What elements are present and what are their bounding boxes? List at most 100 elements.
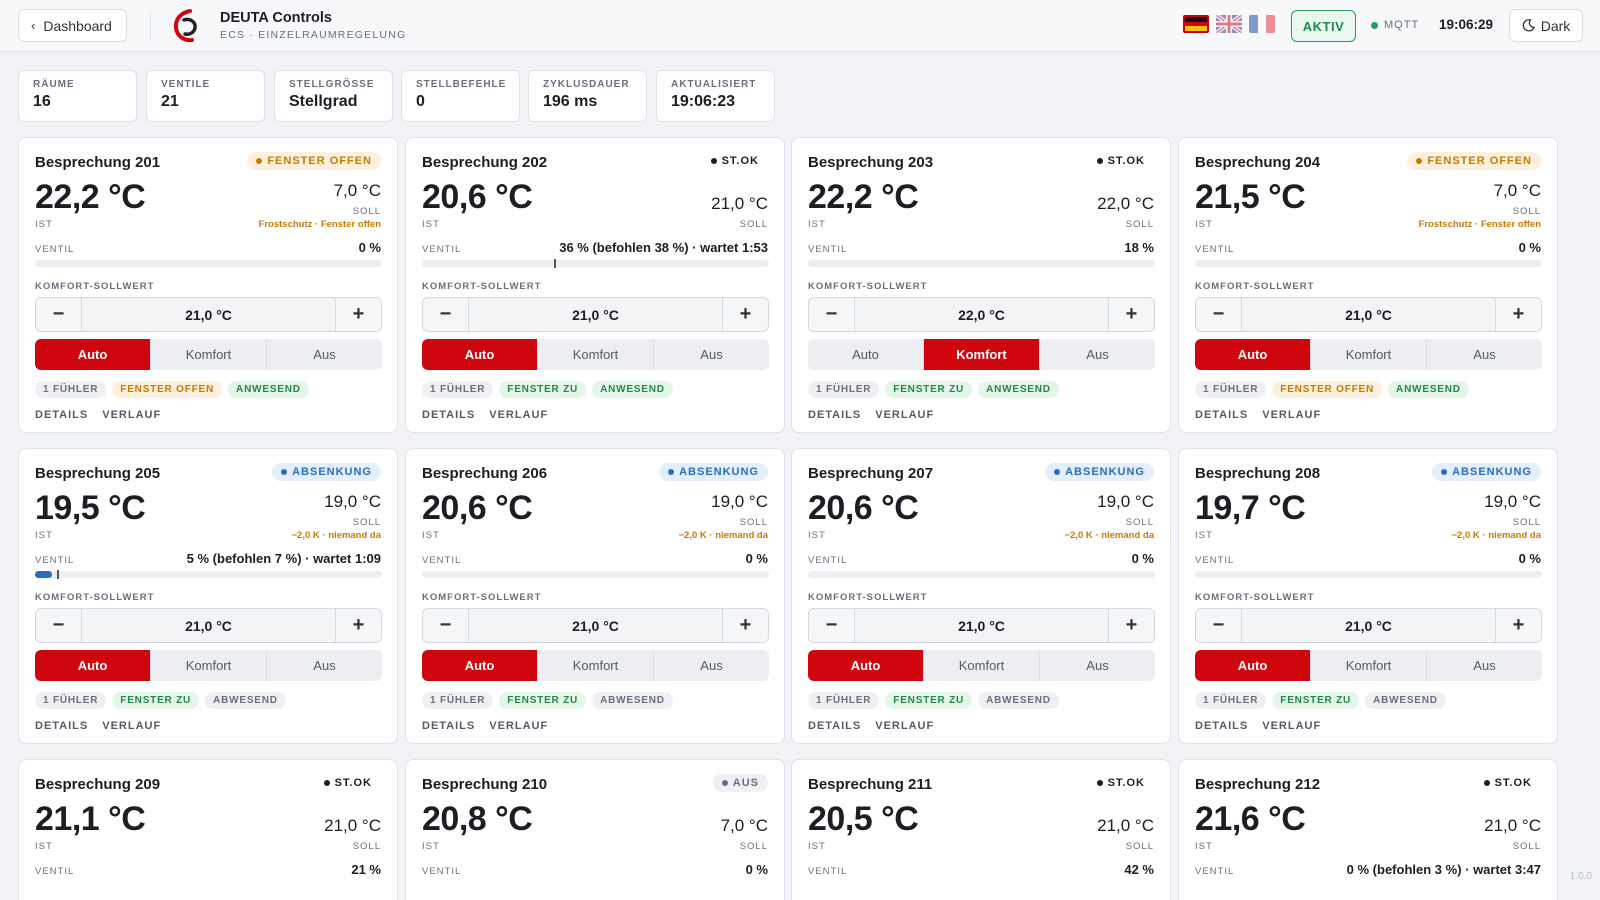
status-dot-icon [1054, 469, 1061, 475]
mode-aus-button[interactable]: Aus [1426, 339, 1542, 370]
comfort-setpoint-stepper[interactable]: −21,0 °C + [422, 608, 769, 643]
mode-auto-button[interactable]: Auto [1195, 339, 1310, 370]
increase-button[interactable]: + [1109, 298, 1154, 331]
history-link[interactable]: VERLAUF [1262, 720, 1321, 732]
details-link[interactable]: DETAILS [422, 720, 475, 732]
room-tag: 1 FÜHLER [1195, 692, 1267, 709]
decrease-button[interactable]: − [423, 609, 468, 642]
room-tag: 1 FÜHLER [35, 692, 107, 709]
room-name: Besprechung 211 [808, 776, 933, 793]
stat-card: VENTILE 21 [146, 70, 265, 122]
details-link[interactable]: DETAILS [808, 409, 861, 421]
decrease-button[interactable]: − [1196, 298, 1241, 331]
room-links: DETAILS VERLAUF [422, 720, 548, 732]
details-link[interactable]: DETAILS [35, 409, 88, 421]
decrease-button[interactable]: − [809, 298, 854, 331]
details-link[interactable]: DETAILS [1195, 409, 1248, 421]
decrease-button[interactable]: − [809, 609, 854, 642]
details-link[interactable]: DETAILS [422, 409, 475, 421]
mode-komfort-button[interactable]: Komfort [537, 650, 653, 681]
room-name: Besprechung 205 [35, 465, 161, 482]
mode-auto-button[interactable]: Auto [35, 650, 150, 681]
setpoint-temperature: 19,0 °C [1097, 492, 1154, 511]
status-dot-icon [710, 158, 717, 164]
decrease-button[interactable]: − [1196, 609, 1241, 642]
actual-temperature-label: IST [422, 841, 440, 852]
room-links: DETAILS VERLAUF [808, 409, 934, 421]
comfort-setpoint-stepper[interactable]: −21,0 °C + [35, 608, 382, 643]
mode-auto-button[interactable]: Auto [808, 650, 923, 681]
mode-auto-button[interactable]: Auto [422, 339, 537, 370]
comfort-setpoint-stepper[interactable]: −22,0 °C + [808, 297, 1155, 332]
valve-value: 0 % [745, 551, 768, 566]
history-link[interactable]: VERLAUF [875, 409, 934, 421]
setpoint-label: SOLL [1125, 841, 1154, 852]
increase-button[interactable]: + [336, 609, 381, 642]
history-link[interactable]: VERLAUF [102, 720, 161, 732]
history-link[interactable]: VERLAUF [875, 720, 934, 732]
mode-komfort-button[interactable]: Komfort [537, 339, 653, 370]
mode-komfort-button[interactable]: Komfort [1310, 339, 1426, 370]
mode-auto-button[interactable]: Auto [35, 339, 150, 370]
room-name: Besprechung 206 [422, 465, 548, 482]
dark-mode-toggle[interactable]: Dark [1509, 9, 1583, 42]
actual-temperature-label: IST [1195, 219, 1213, 230]
history-link[interactable]: VERLAUF [489, 720, 548, 732]
mode-komfort-button[interactable]: Komfort [150, 650, 266, 681]
details-link[interactable]: DETAILS [1195, 720, 1248, 732]
room-card: Besprechung 212 ST.OK 21,6 °C IST 21,0 °C SOL… [1178, 759, 1558, 900]
setpoint-label: SOLL [352, 841, 381, 852]
mode-komfort-button[interactable]: Komfort [1310, 650, 1426, 681]
valve-value: 0 % [1518, 240, 1541, 255]
history-link[interactable]: VERLAUF [1262, 409, 1321, 421]
increase-button[interactable]: + [723, 298, 768, 331]
comfort-setpoint-label: KOMFORT-SOLLWERT [422, 281, 542, 292]
comfort-setpoint-stepper[interactable]: −21,0 °C + [422, 297, 769, 332]
mode-aus-button[interactable]: Aus [266, 650, 382, 681]
comfort-setpoint-stepper[interactable]: −21,0 °C + [808, 608, 1155, 643]
mode-komfort-button[interactable]: Komfort [923, 650, 1039, 681]
decrease-button[interactable]: − [36, 298, 81, 331]
increase-button[interactable]: + [1496, 298, 1541, 331]
setpoint-note: −2,0 K · niemand da [678, 530, 769, 541]
history-link[interactable]: VERLAUF [102, 409, 161, 421]
history-link[interactable]: VERLAUF [489, 409, 548, 421]
stat-value: 196 ms [543, 93, 598, 110]
valve-command-marker [553, 259, 556, 268]
comfort-setpoint-stepper[interactable]: −21,0 °C + [1195, 608, 1542, 643]
mode-aus-button[interactable]: Aus [1039, 339, 1155, 370]
german-flag-icon[interactable] [1183, 15, 1209, 33]
mode-aus-button[interactable]: Aus [1039, 650, 1155, 681]
decrease-button[interactable]: − [36, 609, 81, 642]
mode-aus-button[interactable]: Aus [266, 339, 382, 370]
comfort-setpoint-stepper[interactable]: −21,0 °C + [1195, 297, 1542, 332]
valve-label: VENTIL [808, 866, 848, 877]
mode-aus-button[interactable]: Aus [653, 339, 769, 370]
increase-button[interactable]: + [1496, 609, 1541, 642]
details-link[interactable]: DETAILS [35, 720, 88, 732]
french-flag-icon[interactable] [1249, 15, 1275, 33]
setpoint-label: SOLL [352, 517, 381, 528]
increase-button[interactable]: + [1109, 609, 1154, 642]
increase-button[interactable]: + [336, 298, 381, 331]
comfort-setpoint-stepper[interactable]: −21,0 °C + [35, 297, 382, 332]
status-active-button[interactable]: AKTIV [1291, 10, 1356, 42]
back-to-dashboard-button[interactable]: ‹ Dashboard [18, 9, 127, 42]
room-tag: ABWESEND [1365, 692, 1446, 709]
setpoint-label: SOLL [739, 517, 768, 528]
mode-aus-button[interactable]: Aus [1426, 650, 1542, 681]
mode-auto-button[interactable]: Auto [1195, 650, 1310, 681]
increase-button[interactable]: + [723, 609, 768, 642]
valve-value: 0 % [745, 862, 768, 877]
mode-aus-button[interactable]: Aus [653, 650, 769, 681]
mode-komfort-button[interactable]: Komfort [150, 339, 266, 370]
uk-flag-icon[interactable] [1216, 15, 1242, 33]
mode-auto-button[interactable]: Auto [422, 650, 537, 681]
decrease-button[interactable]: − [423, 298, 468, 331]
details-link[interactable]: DETAILS [808, 720, 861, 732]
valve-command-marker [57, 570, 59, 579]
mode-komfort-button[interactable]: Komfort [923, 339, 1039, 370]
mode-auto-button[interactable]: Auto [808, 339, 923, 370]
room-tag: FENSTER ZU [499, 692, 587, 709]
badge-text: ST.OK [334, 777, 372, 789]
